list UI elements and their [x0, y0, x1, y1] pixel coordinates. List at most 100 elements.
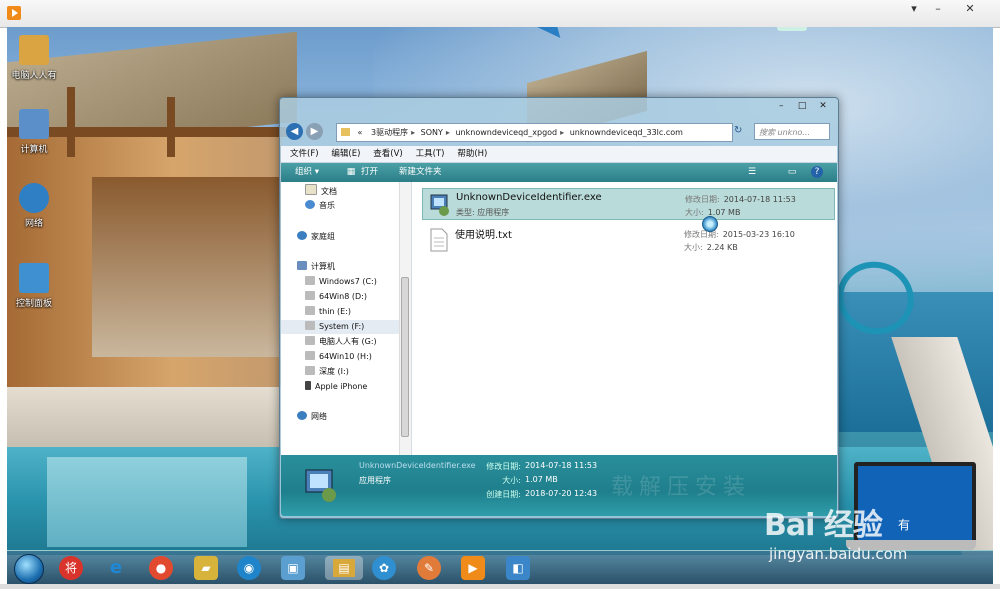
address-row: ◀ ▶ « 3驱动程序 ▸ SONY ▸ unknowndeviceqd_xpgod…: [286, 120, 832, 142]
nav-item-drive-f[interactable]: System (F:): [281, 320, 411, 334]
pinwheel-app-icon[interactable]: ✿: [372, 556, 396, 580]
nav-item-documents[interactable]: 文档: [281, 184, 411, 198]
desktop-icon-network[interactable]: 网络: [9, 183, 59, 229]
organize-button[interactable]: 组织 ▾: [295, 163, 319, 182]
file-modified: 修改日期: 2014-07-18 11:53: [685, 195, 796, 204]
nav-item-drive-i[interactable]: 深度 (I:): [281, 365, 411, 379]
details-watermark: 载解压安装: [611, 475, 752, 500]
file-name: 使用说明.txt: [455, 230, 512, 241]
maximize-button[interactable]: □: [793, 100, 811, 112]
details-created-label: 创建日期:: [486, 490, 521, 499]
file-list: UnknownDeviceIdentifier.exe 类型: 应用程序 修改日…: [412, 182, 837, 455]
breadcrumb-item[interactable]: unknowndeviceqd_xpgod: [455, 128, 557, 137]
minimize-button[interactable]: –: [772, 100, 790, 112]
desktop-icon-computer[interactable]: 计算机: [9, 109, 59, 155]
wallpaper-beam: [67, 87, 75, 157]
computer-icon: [297, 261, 307, 270]
nav-item-network[interactable]: 网络: [281, 410, 411, 424]
desktop-icon-label: 电脑人人有: [11, 71, 57, 81]
minimize-button[interactable]: –: [927, 2, 949, 16]
baidu-url: jingyan.baidu.com: [769, 545, 908, 563]
chrome-icon[interactable]: ●: [149, 556, 173, 580]
nav-item-drive-d[interactable]: 64Win8 (D:): [281, 290, 411, 304]
menu-help[interactable]: 帮助(H): [452, 146, 492, 162]
player-app-taskbar-icon[interactable]: ▶: [461, 556, 485, 580]
file-modified: 修改日期: 2015-03-23 16:10: [684, 230, 795, 239]
breadcrumb-item[interactable]: unknowndeviceqd_33lc.com: [570, 128, 683, 137]
view-options-icon[interactable]: ☰: [746, 166, 758, 178]
close-button[interactable]: ✕: [814, 100, 832, 112]
desktop-icon-label: 计算机: [20, 145, 48, 155]
laptop-text: 有: [898, 518, 911, 532]
details-modified-value: 2014-07-18 11:53: [525, 461, 598, 470]
menu-bar: 文件(F) 编辑(E) 查看(V) 工具(T) 帮助(H): [281, 146, 837, 163]
nav-scrollbar[interactable]: [399, 182, 411, 455]
window-controls: – □ ✕: [772, 100, 832, 112]
file-size: 大小: 2.24 KB: [684, 243, 738, 252]
new-folder-button[interactable]: 新建文件夹: [399, 163, 442, 182]
nav-scrollbar-thumb[interactable]: [401, 277, 409, 437]
control-panel-icon: [19, 263, 49, 293]
menu-view[interactable]: 查看(V): [368, 146, 407, 162]
preview-pane-icon[interactable]: ▭: [786, 166, 798, 178]
drive-icon: [305, 321, 315, 330]
menu-file[interactable]: 文件(F): [281, 146, 324, 162]
file-row-exe[interactable]: UnknownDeviceIdentifier.exe 类型: 应用程序 修改日…: [422, 188, 835, 220]
dropdown-button[interactable]: ▾: [903, 2, 925, 16]
user-folder-icon: [19, 35, 49, 65]
control-panel-taskbar-icon[interactable]: ▣: [281, 556, 305, 580]
baidu-logo: Bai 经验: [764, 508, 883, 543]
player-titlebar: ▾ – ✕: [0, 0, 1000, 28]
taskbar-app-jiang[interactable]: 将: [59, 556, 83, 580]
internet-explorer-icon[interactable]: e: [104, 556, 128, 580]
text-file-icon: [428, 228, 450, 252]
drive-icon: [305, 351, 315, 360]
start-button[interactable]: [14, 554, 44, 584]
open-button[interactable]: 打开: [361, 163, 378, 182]
desktop-icon-diannaorenrenyou[interactable]: 电脑人人有: [9, 35, 59, 81]
drive-icon: [305, 306, 315, 315]
file-row-txt[interactable]: 使用说明.txt 修改日期: 2015-03-23 16:10 大小: 2.24 K…: [422, 224, 835, 256]
details-file-type: 应用程序: [359, 476, 391, 485]
menu-edit[interactable]: 编辑(E): [326, 146, 365, 162]
command-toolbar: 组织 ▾ ▦ 打开 新建文件夹 ☰ ▭ ?: [281, 163, 837, 182]
nav-item-drive-g[interactable]: 电脑人人有 (G:): [281, 335, 411, 349]
details-modified-label: 修改日期:: [486, 462, 521, 471]
forward-arrow-icon[interactable]: ▶: [306, 123, 323, 140]
nav-item-computer[interactable]: 计算机: [281, 260, 411, 274]
refresh-icon[interactable]: ↻: [734, 125, 742, 136]
browser-icon[interactable]: ◉: [237, 556, 261, 580]
document-icon: [305, 184, 317, 195]
address-bar[interactable]: « 3驱动程序 ▸ SONY ▸ unknowndeviceqd_xpgod ▸ un…: [336, 123, 733, 142]
help-icon[interactable]: ?: [811, 166, 823, 178]
nav-item-homegroup[interactable]: 家庭组: [281, 230, 411, 244]
nav-item-drive-h[interactable]: 64Win10 (H:): [281, 350, 411, 364]
folder-icon: [341, 128, 350, 136]
wallpaper-pool-step: [47, 457, 247, 547]
paint-app-icon[interactable]: ✎: [417, 556, 441, 580]
search-input[interactable]: 搜索 unkno...: [754, 123, 830, 140]
menu-tools[interactable]: 工具(T): [411, 146, 450, 162]
bottom-border: [0, 584, 1000, 589]
notebook-app-icon[interactable]: ◧: [506, 556, 530, 580]
nav-item-drive-c[interactable]: Windows7 (C:): [281, 275, 411, 289]
desktop-icon-control-panel[interactable]: 控制面板: [9, 263, 59, 309]
back-arrow-icon[interactable]: ◀: [286, 123, 303, 140]
music-icon: [305, 200, 315, 209]
explorer-taskbar-icon[interactable]: ▤: [325, 556, 363, 580]
details-size-label: 大小:: [502, 476, 521, 485]
close-button[interactable]: ✕: [959, 2, 981, 16]
breadcrumb-item[interactable]: 3驱动程序: [371, 128, 408, 137]
breadcrumb-overflow[interactable]: «: [358, 128, 363, 137]
nav-item-drive-e[interactable]: thin (E:): [281, 305, 411, 319]
nav-item-music[interactable]: 音乐: [281, 199, 411, 213]
wallpaper-interior: [92, 177, 282, 357]
file-name: UnknownDeviceIdentifier.exe: [456, 192, 602, 203]
magnifier-cursor-icon: [702, 216, 718, 232]
folder-app-icon[interactable]: ▰: [194, 556, 218, 580]
desktop-icon-label: 控制面板: [15, 299, 52, 309]
network-globe-icon: [19, 183, 49, 213]
nav-item-apple-iphone[interactable]: Apple iPhone: [281, 380, 411, 394]
breadcrumb-item[interactable]: SONY: [421, 128, 443, 137]
drive-icon: [305, 366, 315, 375]
